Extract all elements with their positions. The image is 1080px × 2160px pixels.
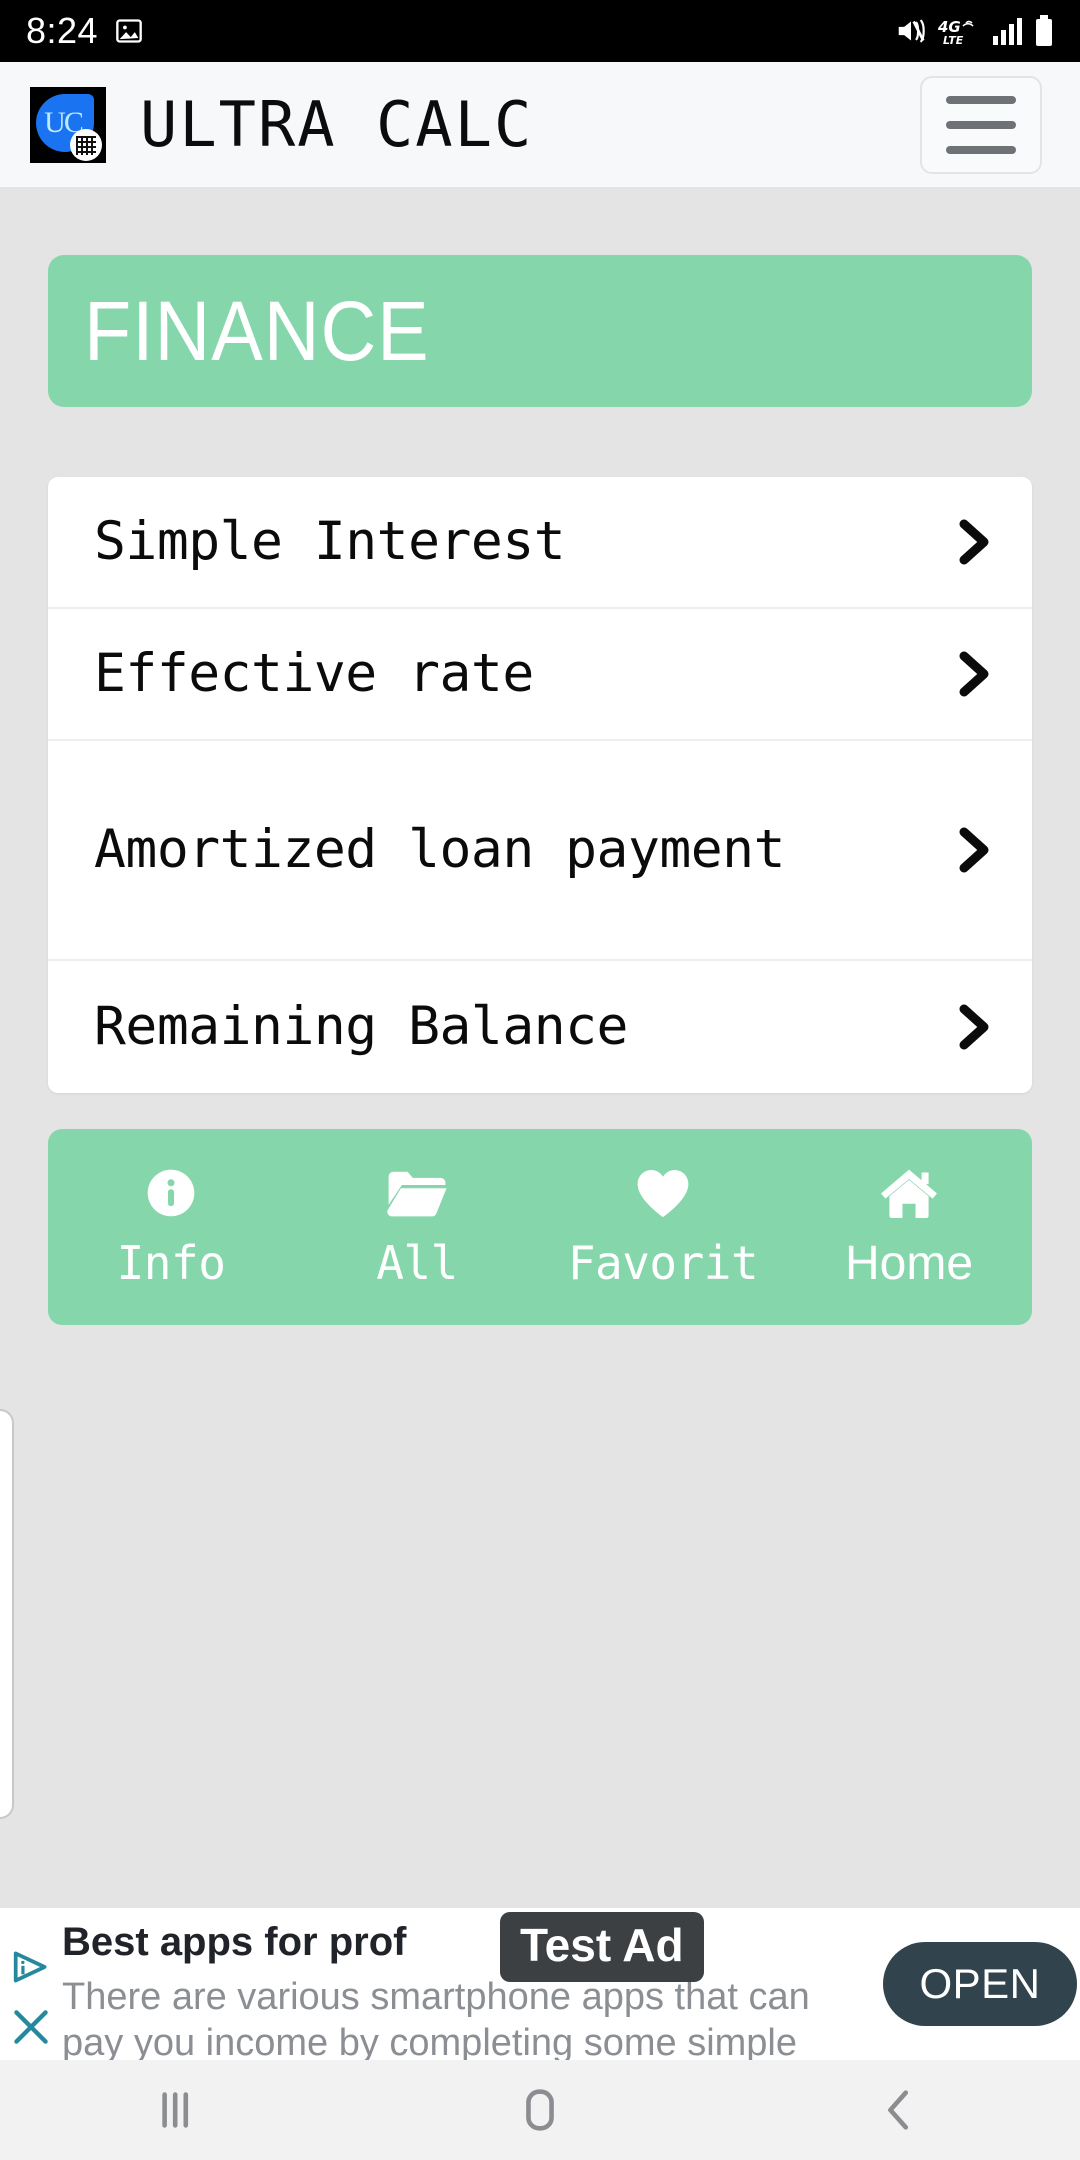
ad-controls: [0, 1908, 62, 2060]
chevron-right-icon: [950, 518, 998, 566]
list-item-label: Amortized loan payment: [94, 818, 786, 880]
ad-description: There are various smartphone apps that c…: [62, 1976, 810, 2060]
ad-test-badge: Test Ad: [500, 1912, 704, 1982]
status-bar-left: 8:24: [26, 10, 144, 52]
list-item[interactable]: Effective rate: [48, 609, 1032, 741]
calculator-list: Simple Interest Effective rate Amortized…: [48, 477, 1032, 1093]
category-title: FINANCE: [84, 283, 430, 378]
chevron-right-icon: [950, 650, 998, 698]
folder-open-icon: [386, 1164, 448, 1222]
tab-home[interactable]: Home: [786, 1129, 1032, 1325]
signal-bars-icon: [992, 16, 1024, 46]
ad-open-button[interactable]: OPEN: [883, 1942, 1077, 2026]
list-item[interactable]: Amortized loan payment: [48, 741, 1032, 961]
4g-lte-icon: 4G LTE: [938, 15, 982, 47]
offscreen-drawer-edge: [0, 1409, 14, 1819]
mute-icon: [894, 16, 928, 46]
tab-label: Home: [844, 1236, 974, 1290]
ad-text: Best apps for prof There are various sma…: [62, 1908, 880, 2060]
app-logo-icon: UC: [30, 86, 106, 163]
list-item-label: Remaining Balance: [94, 995, 628, 1057]
status-bar: 8:24 4G LTE: [0, 0, 1080, 62]
chevron-right-icon: [950, 826, 998, 874]
menu-bar: [946, 95, 1016, 104]
list-item-label: Simple Interest: [94, 510, 566, 572]
heart-icon: [634, 1164, 692, 1222]
bottom-tab-bar: Info All Favorit Home: [48, 1129, 1032, 1325]
home-icon: [878, 1164, 940, 1222]
battery-icon: [1034, 15, 1054, 47]
home-square-icon[interactable]: [360, 2085, 720, 2135]
hamburger-menu-icon[interactable]: [920, 75, 1042, 174]
main-content: FINANCE Simple Interest Effective rate A…: [0, 187, 1080, 2160]
tab-favorit[interactable]: Favorit: [540, 1129, 786, 1325]
info-circle-icon: [143, 1164, 199, 1222]
back-chevron-icon[interactable]: [720, 2085, 1080, 2135]
tab-label: Info: [116, 1236, 226, 1290]
app-header: UC ULTRA CALC: [0, 62, 1080, 187]
status-time: 8:24: [26, 10, 99, 51]
page-title: ULTRA CALC: [140, 88, 534, 161]
tab-label: All: [376, 1236, 458, 1290]
ad-headline: Best apps for prof: [62, 1920, 407, 1964]
chevron-right-icon: [950, 1003, 998, 1051]
adchoices-icon[interactable]: [11, 1950, 51, 1989]
phone-screen: 8:24 4G LTE UC ULTRA CALC FINANCE Simple…: [0, 0, 1080, 2160]
category-banner: FINANCE: [48, 255, 1032, 407]
close-x-icon[interactable]: [11, 2007, 51, 2052]
menu-bar: [946, 120, 1016, 129]
list-item[interactable]: Remaining Balance: [48, 961, 1032, 1093]
menu-bar: [946, 145, 1016, 154]
list-item-label: Effective rate: [94, 642, 534, 704]
list-item[interactable]: Simple Interest: [48, 477, 1032, 609]
tab-label: Favorit: [567, 1236, 759, 1290]
tab-info[interactable]: Info: [48, 1129, 294, 1325]
ad-cta-wrap: OPEN: [880, 1908, 1080, 2060]
tab-all[interactable]: All: [294, 1129, 540, 1325]
system-navigation-bar: [0, 2060, 1080, 2160]
status-bar-right: 4G LTE: [894, 15, 1054, 47]
photo-icon: [114, 17, 144, 45]
logo-calculator-icon: [70, 128, 102, 161]
ad-banner[interactable]: Best apps for prof There are various sma…: [0, 1908, 1080, 2060]
svg-text:LTE: LTE: [943, 34, 964, 47]
recents-icon[interactable]: [0, 2085, 360, 2135]
